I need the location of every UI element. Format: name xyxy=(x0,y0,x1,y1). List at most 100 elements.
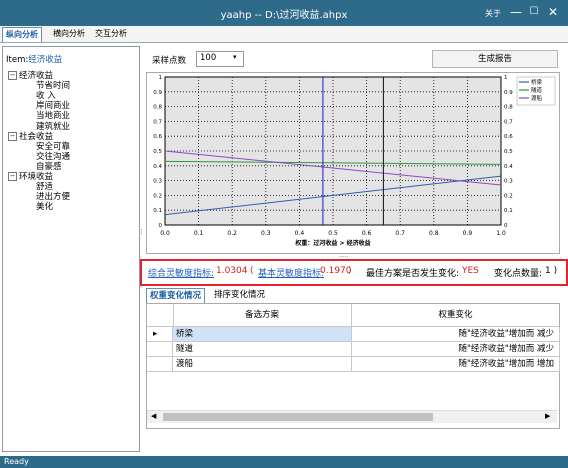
basic-sensitivity-value: 0.1970 xyxy=(320,266,352,276)
weight-change-cell[interactable]: 随"经济收益"增加而 增加 xyxy=(352,357,560,372)
weight-change-cell[interactable]: 随"经济收益"增加而 减少 xyxy=(352,342,560,357)
sample-count-label: 采样点数 xyxy=(152,56,187,66)
close-paren: ) xyxy=(348,266,352,276)
y-tick-label-left: 1 xyxy=(159,75,163,81)
y-tick-label-right: 0.2 xyxy=(504,193,513,199)
chevron-down-icon: ▾ xyxy=(233,53,237,61)
tab-vertical-analysis[interactable]: 纵向分析 xyxy=(2,27,42,42)
y-tick-label-left: 0 xyxy=(159,223,163,229)
sample-count-value: 100 xyxy=(200,53,217,63)
item-value: 经济收益 xyxy=(28,55,63,65)
y-tick-label-right: 0.1 xyxy=(504,208,513,214)
x-tick-label: 0.6 xyxy=(362,230,372,237)
weight-change-cell[interactable]: 随"经济收益"增加而 减少 xyxy=(352,327,560,342)
table-row[interactable]: ▸ 桥梁 随"经济收益"增加而 减少 xyxy=(147,327,560,342)
legend-label: 桥梁 xyxy=(531,78,543,86)
y-tick-label-right: 0.3 xyxy=(504,179,513,185)
chart-svg: 0.0 0.1 0.2 0.3 0.4 0.5 0.6 0.7 0.8 0.9 1.00 00.1 0.… xyxy=(153,75,556,247)
table-header: 备选方案 权重变化 xyxy=(147,304,559,327)
y-tick-label-left: 0.9 xyxy=(153,90,162,96)
tab-weight-change[interactable]: 权重变化情况 xyxy=(146,288,206,303)
criteria-panel: Item:经济收益 − 经济收益 节省时间收 入岸间商业 当地商业 建筑就业 − 社会收益安… xyxy=(2,46,140,452)
y-tick-label-left: 0.6 xyxy=(153,134,162,140)
best-change-value: YES xyxy=(462,266,479,276)
y-tick-label-left: 0.3 xyxy=(153,179,162,185)
overall-sensitivity-label[interactable]: 综合灵敏度指标: xyxy=(148,266,214,279)
change-count-value: 1 ) xyxy=(545,266,558,276)
alternative-cell[interactable]: 隧道 xyxy=(173,342,352,357)
y-tick-label-left: 0.2 xyxy=(153,193,162,199)
item-heading: Item:经济收益 xyxy=(6,53,62,65)
window-title: yaahp -- D:\过河收益.ahpx xyxy=(220,10,348,21)
sample-count-select[interactable]: 100 ▾ xyxy=(196,51,244,67)
table-row[interactable]: 渡船 随"经济收益"增加而 增加 xyxy=(147,357,560,372)
item-prefix: Item: xyxy=(6,55,29,65)
x-tick-label: 0.8 xyxy=(429,230,439,237)
y-tick-label-left: 0.1 xyxy=(153,208,162,214)
y-tick-label-right: 0.6 xyxy=(504,134,513,140)
x-tick-label: 1.0 xyxy=(496,230,506,237)
y-tick-label-right: 0 xyxy=(504,223,508,229)
row-selector[interactable]: ▸ xyxy=(147,327,173,342)
y-tick-label-left: 0.8 xyxy=(153,105,162,111)
table-row[interactable]: 隧道 随"经济收益"增加而 减少 xyxy=(147,342,560,357)
horizontal-scrollbar[interactable]: ◀ ▶ xyxy=(147,410,557,423)
best-change-label: 最佳方案是否发生变化: xyxy=(366,269,460,279)
collapse-toggle-icon[interactable]: − xyxy=(8,131,17,141)
generate-report-button[interactable]: 生成报告 xyxy=(432,50,558,68)
basic-sensitivity-label[interactable]: 基本灵敏度指标: xyxy=(258,266,324,279)
scroll-left-icon[interactable]: ◀ xyxy=(151,412,156,420)
weight-change-table: 备选方案 权重变化 ▸ 桥梁 随"经济收益"增加而 减少 隧道 随"经济收益"增加而 减… xyxy=(146,303,560,429)
y-tick-label-left: 0.4 xyxy=(153,164,162,170)
close-button[interactable]: ✕ xyxy=(543,3,563,21)
sensitivity-chart: 0.0 0.1 0.2 0.3 0.4 0.5 0.6 0.7 0.8 0.9 1.0 0 0 0.1 0.… xyxy=(146,72,560,254)
minimize-button[interactable]: — xyxy=(506,3,526,21)
maximize-button[interactable]: ☐ xyxy=(524,3,544,21)
y-tick-label-right: 1 xyxy=(504,75,508,81)
y-tick-label-right: 0.9 xyxy=(504,90,513,96)
open-paren: ( xyxy=(250,266,254,276)
legend-label: 渡船 xyxy=(531,94,543,102)
overall-sensitivity-value: 1.0304 xyxy=(216,266,248,276)
x-tick-label: 0.2 xyxy=(227,230,237,237)
status-text: Ready xyxy=(4,457,29,466)
tab-interactive-analysis[interactable]: 交互分析 xyxy=(92,27,130,41)
y-tick-label-left: 0.7 xyxy=(153,119,162,125)
y-tick-label-right: 0.4 xyxy=(504,164,513,170)
alternative-cell[interactable]: 桥梁 xyxy=(173,327,352,342)
scrollbar-thumb[interactable] xyxy=(163,413,433,421)
y-tick-label-left: 0.5 xyxy=(153,149,162,155)
x-axis-label: 权重：过河收益 > 经济收益 xyxy=(294,239,370,247)
alternative-cell[interactable]: 渡船 xyxy=(173,357,352,372)
sensitivity-summary: 综合灵敏度指标: 1.0304 ( 基本灵敏度指标: 0.1970 ) 最佳方案… xyxy=(140,259,568,286)
scroll-right-icon[interactable]: ▶ xyxy=(545,412,550,420)
x-tick-label: 0.1 xyxy=(194,230,204,237)
x-tick-label: 0.7 xyxy=(395,230,405,237)
analysis-tabs: 纵向分析 横向分析 交互分析 xyxy=(0,26,568,43)
x-tick-label: 0.5 xyxy=(328,230,338,237)
column-header-weight-change[interactable]: 权重变化 xyxy=(352,304,559,326)
x-tick-label: 0.3 xyxy=(261,230,271,237)
y-tick-label-right: 0.5 xyxy=(504,149,513,155)
change-count-label: 变化点数量: xyxy=(494,269,543,279)
legend-label: 隧道 xyxy=(531,86,543,94)
collapse-toggle-icon[interactable]: − xyxy=(8,172,17,181)
title-bar: yaahp -- D:\过河收益.ahpx 关于 — ☐ ✕ xyxy=(0,0,568,26)
x-tick-label: 0.4 xyxy=(295,230,305,237)
status-bar: Ready xyxy=(0,456,568,468)
column-header-alternative[interactable]: 备选方案 xyxy=(173,304,352,326)
tree-item[interactable]: 美化 xyxy=(36,200,53,212)
row-header-corner xyxy=(147,304,174,326)
splitter-handle[interactable]: ⋮ xyxy=(138,228,145,236)
y-tick-label-right: 0.7 xyxy=(504,119,513,125)
row-selector[interactable] xyxy=(147,342,173,357)
y-tick-label-right: 0.8 xyxy=(504,105,513,111)
x-tick-label: 0.9 xyxy=(463,230,473,237)
tab-rank-change[interactable]: 排序变化情况 xyxy=(211,288,268,302)
x-tick-label: 0.0 xyxy=(160,230,170,237)
about-menu[interactable]: 关于 xyxy=(485,8,501,19)
row-selector[interactable] xyxy=(147,357,173,372)
collapse-toggle-icon[interactable]: − xyxy=(8,71,17,80)
current-row-icon: ▸ xyxy=(153,329,158,339)
tab-horizontal-analysis[interactable]: 横向分析 xyxy=(50,27,88,41)
